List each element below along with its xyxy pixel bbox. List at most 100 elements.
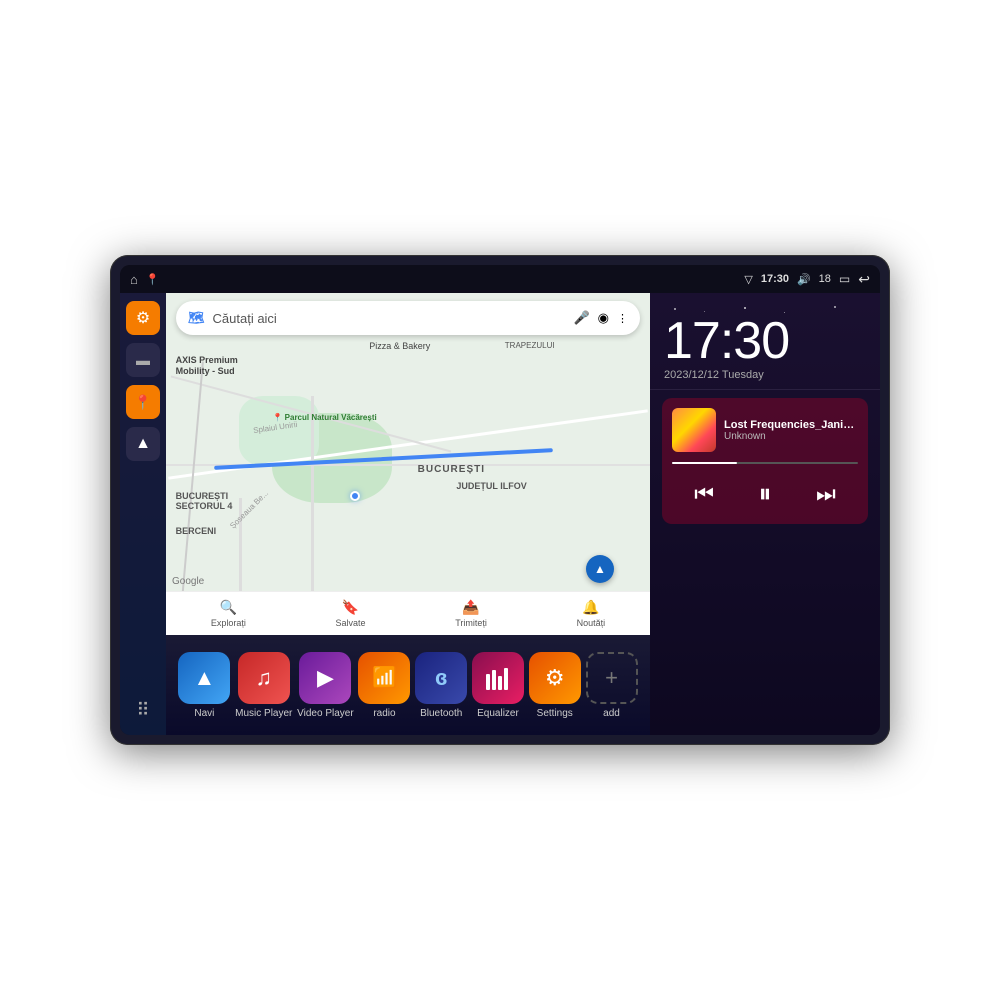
music-label: Music Player [235, 708, 292, 719]
screen: ⌂ 📍 ▽ 17:30 🔊 18 ▭ ↩ ⚙ ▬ [120, 265, 880, 735]
next-button[interactable]: ⏭ [812, 477, 840, 511]
music-progress-fill [672, 462, 737, 464]
app-add[interactable]: + add [586, 652, 638, 719]
app-radio[interactable]: 📶 radio [358, 652, 410, 719]
radio-icon-img: 📶 [358, 652, 410, 704]
map-label-pizza: Pizza & Bakery [369, 341, 430, 351]
app-music[interactable]: ♫ Music Player [235, 652, 292, 719]
video-symbol: ▶ [317, 665, 334, 691]
sidebar-item-files[interactable]: ▬ [126, 343, 160, 377]
settings-label: Settings [537, 708, 573, 719]
clock-date: 2023/12/12 Tuesday [664, 369, 866, 381]
grid-icon: ⠿ [136, 700, 149, 721]
add-icon-img: + [586, 652, 638, 704]
music-info: Lost Frequencies_Janie... Unknown [672, 408, 858, 452]
status-bar: ⌂ 📍 ▽ 17:30 🔊 18 ▭ ↩ [120, 265, 880, 293]
center-area: AXIS PremiumMobility - Sud Pizza & Baker… [166, 293, 650, 735]
google-watermark: Google [172, 576, 204, 587]
wifi-icon: ▽ [744, 273, 752, 286]
clock-section: 17:30 2023/12/12 Tuesday [650, 293, 880, 390]
equalizer-label: Equalizer [477, 708, 519, 719]
home-icon[interactable]: ⌂ [130, 272, 138, 287]
music-artist: Unknown [724, 431, 858, 442]
settings-symbol: ⚙ [545, 665, 565, 691]
map-area[interactable]: AXIS PremiumMobility - Sud Pizza & Baker… [166, 293, 650, 635]
settings-icon-img: ⚙ [529, 652, 581, 704]
road-v1 [311, 396, 314, 601]
back-icon[interactable]: ↩ [858, 271, 870, 288]
news-icon: 🔔 [582, 599, 599, 616]
music-card: Lost Frequencies_Janie... Unknown ⏮ ⏸ ⏭ [662, 398, 868, 524]
add-symbol: + [605, 665, 618, 691]
music-section: Lost Frequencies_Janie... Unknown ⏮ ⏸ ⏭ [650, 390, 880, 735]
app-equalizer[interactable]: Equalizer [472, 652, 524, 719]
map-label-trap: TRAPEZULUI [505, 341, 555, 350]
music-symbol: ♫ [256, 665, 273, 691]
navi-label: Navi [194, 708, 214, 719]
star-4 [784, 312, 785, 313]
map-label-ilfov: JUDEȚUL ILFOV [456, 481, 526, 491]
volume-icon: 🔊 [797, 273, 811, 286]
map-nav-explore[interactable]: 🔍 Explorați [211, 599, 246, 628]
navi-symbol: ▲ [193, 665, 215, 691]
app-settings[interactable]: ⚙ Settings [529, 652, 581, 719]
arrow-icon: ▲ [135, 435, 151, 453]
map-nav-saved[interactable]: 🔖 Salvate [336, 599, 366, 628]
map-search-bar[interactable]: 🗺 Căutați aici 🎤 ◉ ⋮ [176, 301, 640, 335]
bluetooth-symbol: ɞ [435, 665, 447, 691]
battery-level: 18 [819, 273, 831, 285]
bluetooth-label: Bluetooth [420, 708, 462, 719]
overflow-icon[interactable]: ⋮ [617, 312, 628, 325]
battery-icon: ▭ [839, 272, 850, 286]
bluetooth-icon-img: ɞ [415, 652, 467, 704]
mic-icon[interactable]: 🎤 [573, 310, 589, 326]
clock-display: 17:30 [664, 315, 866, 367]
map-bottom-nav: 🔍 Explorați 🔖 Salvate 📤 Trimiteți [166, 591, 650, 635]
app-video[interactable]: ▶ Video Player [297, 652, 354, 719]
pause-button[interactable]: ⏸ [754, 474, 775, 514]
sidebar-item-settings[interactable]: ⚙ [126, 301, 160, 335]
gear-icon: ⚙ [136, 308, 150, 328]
explore-label: Explorați [211, 618, 246, 628]
album-art [672, 408, 716, 452]
star-5 [834, 306, 836, 308]
prev-button[interactable]: ⏮ [690, 477, 718, 511]
stars-decoration [664, 305, 866, 315]
map-pin-icon[interactable]: 📍 [146, 273, 160, 286]
search-text: Căutați aici [213, 311, 566, 326]
navigation-btn[interactable]: ▲ [586, 555, 614, 583]
grid-button[interactable]: ⠿ [126, 693, 160, 727]
album-art-image [672, 408, 716, 452]
add-label: add [603, 708, 620, 719]
saved-label: Salvate [336, 618, 366, 628]
map-label-axis: AXIS PremiumMobility - Sud [176, 355, 238, 378]
news-label: Noutăți [577, 618, 606, 628]
sidebar-item-navigate[interactable]: ▲ [126, 427, 160, 461]
google-logo: 🗺 [188, 310, 205, 326]
sidebar: ⚙ ▬ 📍 ▲ ⠿ [120, 293, 166, 735]
map-nav-send[interactable]: 📤 Trimiteți [455, 599, 487, 628]
sidebar-item-maps[interactable]: 📍 [126, 385, 160, 419]
map-label-berceni: BERCENI [176, 526, 217, 536]
navi-icon: ▲ [178, 652, 230, 704]
device: ⌂ 📍 ▽ 17:30 🔊 18 ▭ ↩ ⚙ ▬ [110, 255, 890, 745]
equalizer-symbol [484, 666, 512, 690]
map-container: AXIS PremiumMobility - Sud Pizza & Baker… [166, 293, 650, 635]
music-text: Lost Frequencies_Janie... Unknown [724, 419, 858, 442]
send-label: Trimiteți [455, 618, 487, 628]
music-controls: ⏮ ⏸ ⏭ [672, 474, 858, 514]
star-2 [704, 311, 705, 312]
main-content: ⚙ ▬ 📍 ▲ ⠿ [120, 293, 880, 735]
music-icon: ♫ [238, 652, 290, 704]
saved-icon: 🔖 [342, 599, 359, 616]
app-bluetooth[interactable]: ɞ Bluetooth [415, 652, 467, 719]
map-icon: 📍 [134, 394, 151, 411]
video-icon: ▶ [299, 652, 351, 704]
map-label-bucuresti: BUCUREȘTI [418, 464, 485, 475]
star-3 [744, 307, 746, 309]
app-navi[interactable]: ▲ Navi [178, 652, 230, 719]
explore-icon: 🔍 [220, 599, 237, 616]
map-nav-news[interactable]: 🔔 Noutăți [577, 599, 606, 628]
music-progress-bar[interactable] [672, 462, 858, 464]
layers-icon[interactable]: ◉ [598, 310, 609, 326]
